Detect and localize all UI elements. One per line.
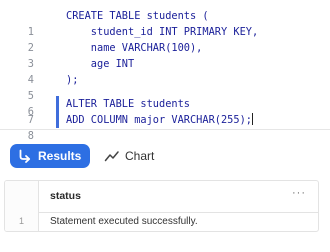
line-chart-icon	[104, 144, 120, 168]
results-tab-label: Results	[38, 149, 82, 163]
code-text[interactable]: student_id INT PRIMARY KEY,	[66, 24, 258, 40]
chart-tab-label: Chart	[125, 149, 155, 163]
row-number: 1	[18, 216, 24, 226]
code-line[interactable]: 5 );	[0, 72, 79, 102]
code-text[interactable]: name VARCHAR(100),	[66, 40, 203, 56]
results-tabbar: Results Chart	[0, 140, 330, 170]
table-row[interactable]: 1 Statement executed successfully.	[5, 212, 318, 231]
results-table: status ··· 1 Statement executed successf…	[4, 180, 319, 232]
code-line[interactable]: 4 age INT	[0, 56, 134, 86]
sql-editor[interactable]: 1 CREATE TABLE students ( 2 student_id I…	[0, 0, 330, 142]
code-text[interactable]: ALTER TABLE students	[66, 96, 190, 112]
code-text[interactable]: CREATE TABLE students (	[66, 8, 209, 24]
table-header-row: status ···	[5, 181, 318, 213]
column-header-status[interactable]: status	[50, 190, 81, 202]
row-index-header	[5, 181, 39, 212]
selection-bar	[56, 96, 59, 112]
code-text[interactable]: );	[66, 72, 78, 88]
code-line[interactable]: 8 ADD COLUMN major VARCHAR(255);	[0, 112, 253, 142]
code-line[interactable]: 2 student_id INT PRIMARY KEY,	[0, 24, 258, 54]
editor-results-divider[interactable]	[0, 129, 330, 130]
code-text: ADD COLUMN major VARCHAR(255);	[66, 114, 252, 126]
text-caret	[251, 113, 253, 125]
more-horizontal-icon[interactable]: ···	[292, 187, 306, 199]
results-arrow-icon	[18, 144, 32, 168]
row-index-cell: 1	[5, 212, 39, 231]
code-line[interactable]: 7 ALTER TABLE students	[0, 96, 190, 126]
code-text[interactable]: age INT	[66, 56, 134, 72]
chart-tab-button[interactable]: Chart	[98, 144, 168, 168]
results-tab-button[interactable]: Results	[10, 144, 90, 168]
selection-bar	[56, 112, 59, 128]
status-cell[interactable]: Statement executed successfully.	[50, 216, 198, 227]
code-text-with-caret[interactable]: ADD COLUMN major VARCHAR(255);	[66, 112, 253, 128]
code-line[interactable]: 3 name VARCHAR(100),	[0, 40, 203, 70]
code-line[interactable]: 1 CREATE TABLE students (	[0, 8, 209, 38]
